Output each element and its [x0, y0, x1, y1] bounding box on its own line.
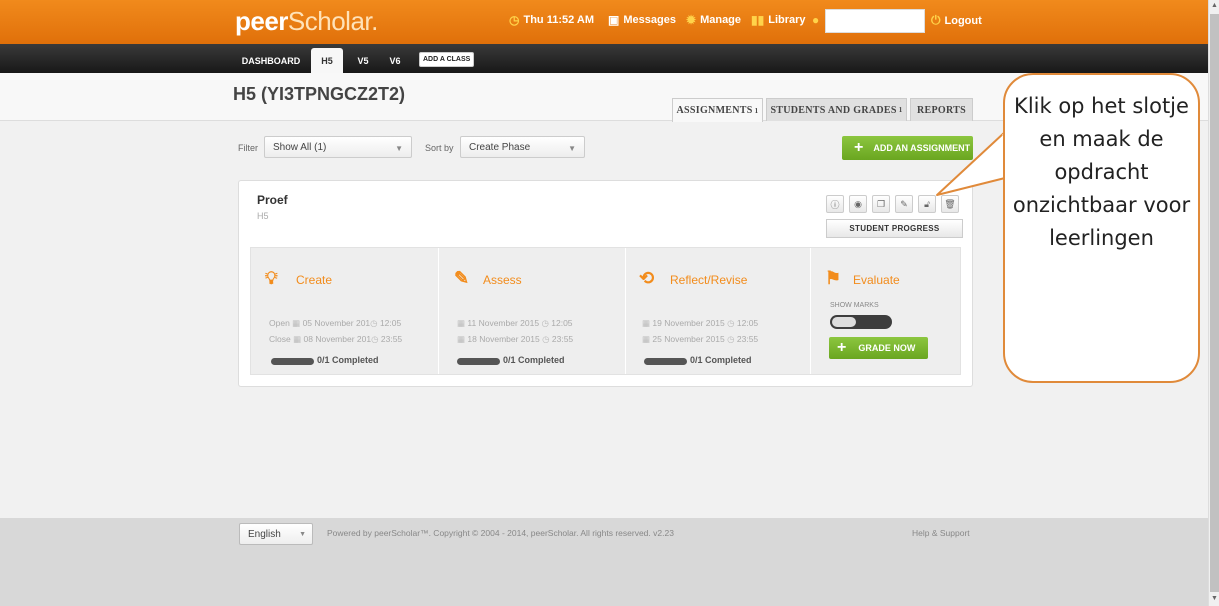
gear-icon: ✹: [686, 13, 697, 27]
clock-icon: ◷: [541, 318, 549, 328]
filter-select[interactable]: Show All (1) ▼: [264, 136, 412, 158]
user-menu[interactable]: ●: [812, 13, 819, 27]
callout-pointer: [936, 131, 1006, 196]
create-completed: 0/1 Completed: [317, 355, 379, 365]
create-open-line: Open ▦ 05 November 201◷ 12:05: [269, 318, 402, 328]
phase-assess: ✎ Assess ▦ 11 November 2015 ◷ 12:05 ▦ 18…: [439, 248, 626, 374]
tab-v5[interactable]: V5: [352, 48, 374, 73]
copyright-text: Powered by peerScholar™. Copyright © 200…: [327, 528, 674, 538]
assignment-class: H5: [257, 211, 269, 221]
info-icon[interactable]: ⓘ: [826, 195, 844, 213]
assess-open-line: ▦ 11 November 2015 ◷ 12:05: [457, 318, 573, 328]
page-title: H5 (YI3TPNGCZ2T2): [233, 84, 406, 104]
reflect-progress-bar: [644, 358, 687, 365]
help-support-link[interactable]: Help & Support: [912, 528, 970, 538]
class-tab-bar: DASHBOARD H5 V5 V6 ADD A CLASS: [0, 44, 1208, 73]
grade-now-button[interactable]: + GRADE NOW: [829, 337, 928, 359]
message-icon: ▣: [608, 13, 620, 27]
tab-h5[interactable]: H5: [311, 48, 343, 73]
plus-icon: +: [837, 339, 847, 356]
chevron-down-icon: ▼: [395, 144, 403, 153]
calendar-icon: ▦: [642, 334, 651, 344]
show-marks-label: SHOW MARKS: [830, 302, 879, 309]
assignment-title[interactable]: Proef: [257, 193, 288, 207]
power-icon: ⏻: [931, 13, 941, 27]
add-class-button[interactable]: ADD A CLASS: [419, 52, 475, 67]
scrollbar-thumb[interactable]: [1210, 14, 1219, 592]
reflect-completed: 0/1 Completed: [690, 355, 752, 365]
reflect-open-line: ▦ 19 November 2015 ◷ 12:05: [642, 318, 759, 328]
clock-icon: ◷: [371, 334, 379, 344]
sort-label: Sort by: [425, 143, 454, 153]
edit-icon[interactable]: ✎: [895, 195, 913, 213]
callout-text: Klik op het slotje en maak de opdracht o…: [1012, 94, 1191, 250]
student-progress-button[interactable]: STUDENT PROGRESS: [826, 219, 963, 238]
tab-dashboard[interactable]: DASHBOARD: [238, 48, 304, 73]
show-marks-toggle[interactable]: [830, 315, 892, 329]
tab-v6[interactable]: V6: [384, 48, 406, 73]
create-close-line: Close ▦ 08 November 201◷ 23:55: [269, 334, 403, 344]
clock-display: ◷ Thu 11:52 AM: [509, 13, 594, 27]
lightbulb-icon: 💡︎: [265, 268, 278, 288]
library-icon: ▮▮: [751, 13, 765, 27]
reflect-close-line: ▦ 25 November 2015 ◷ 23:55: [642, 334, 759, 344]
assess-icon: ✎: [454, 268, 470, 288]
chevron-down-icon: ▼: [568, 144, 576, 153]
top-navigation-bar: peerScholar. ◷ Thu 11:52 AM ▣ Messages ✹…: [0, 0, 1208, 44]
eye-icon[interactable]: ◉: [849, 195, 867, 213]
manage-link[interactable]: ✹ Manage: [686, 13, 741, 27]
phase-reflect-revise: ⟲ Reflect/Revise ▦ 19 November 2015 ◷ 12…: [626, 248, 811, 374]
evaluate-icon: ⚑: [825, 268, 842, 288]
calendar-icon: ▦: [292, 318, 301, 328]
phase-panel: 💡︎ Create Open ▦ 05 November 201◷ 12:05 …: [250, 247, 961, 375]
chevron-down-icon: ▼: [299, 531, 306, 538]
create-progress-bar: [271, 358, 314, 365]
plus-icon: +: [854, 139, 864, 156]
clock-icon: ◷: [727, 334, 735, 344]
clock-icon: ◷: [542, 334, 550, 344]
messages-link[interactable]: ▣ Messages: [608, 13, 676, 27]
phase-assess-title[interactable]: Assess: [483, 273, 522, 287]
calendar-icon: ▦: [293, 334, 302, 344]
peerscholar-logo[interactable]: peerScholar.: [235, 6, 378, 37]
filter-label: Filter: [238, 143, 258, 153]
library-link[interactable]: ▮▮ Library: [751, 13, 806, 27]
logout-link[interactable]: ⏻ Logout: [931, 13, 982, 28]
phase-evaluate: ⚑ Evaluate SHOW MARKS + GRADE NOW: [811, 248, 960, 374]
vertical-scrollbar[interactable]: ▲ ▼: [1208, 0, 1219, 606]
tab-assignments[interactable]: ASSIGNMENTS 1: [672, 98, 763, 122]
tab-students-and-grades[interactable]: STUDENTS AND GRADES 1: [766, 98, 907, 121]
calendar-icon: ▦: [642, 318, 651, 328]
calendar-icon: ▦: [457, 334, 466, 344]
copy-icon[interactable]: ❐: [872, 195, 890, 213]
user-icon: ●: [812, 13, 820, 27]
clock-icon: ◷: [727, 318, 735, 328]
phase-create-title[interactable]: Create: [296, 273, 332, 287]
username-redacted[interactable]: [825, 9, 925, 33]
scroll-up-icon[interactable]: ▲: [1211, 2, 1218, 9]
scroll-down-icon[interactable]: ▼: [1211, 595, 1218, 602]
assess-close-line: ▦ 18 November 2015 ◷ 23:55: [457, 334, 574, 344]
tab-reports[interactable]: REPORTS: [910, 98, 973, 121]
clock-icon: ◷: [509, 13, 520, 27]
phase-create: 💡︎ Create Open ▦ 05 November 201◷ 12:05 …: [251, 248, 439, 374]
assess-completed: 0/1 Completed: [503, 355, 565, 365]
calendar-icon: ▦: [457, 318, 466, 328]
lock-icon[interactable]: 🔓︎: [918, 195, 936, 213]
toggle-knob: [832, 317, 856, 327]
reflect-icon: ⟲: [639, 268, 655, 288]
assess-progress-bar: [457, 358, 500, 365]
sort-select[interactable]: Create Phase ▼: [460, 136, 585, 158]
phase-reflect-title[interactable]: Reflect/Revise: [670, 273, 747, 287]
phase-evaluate-title[interactable]: Evaluate: [853, 273, 900, 287]
clock-icon: ◷: [370, 318, 378, 328]
language-select[interactable]: English ▼: [239, 523, 313, 545]
